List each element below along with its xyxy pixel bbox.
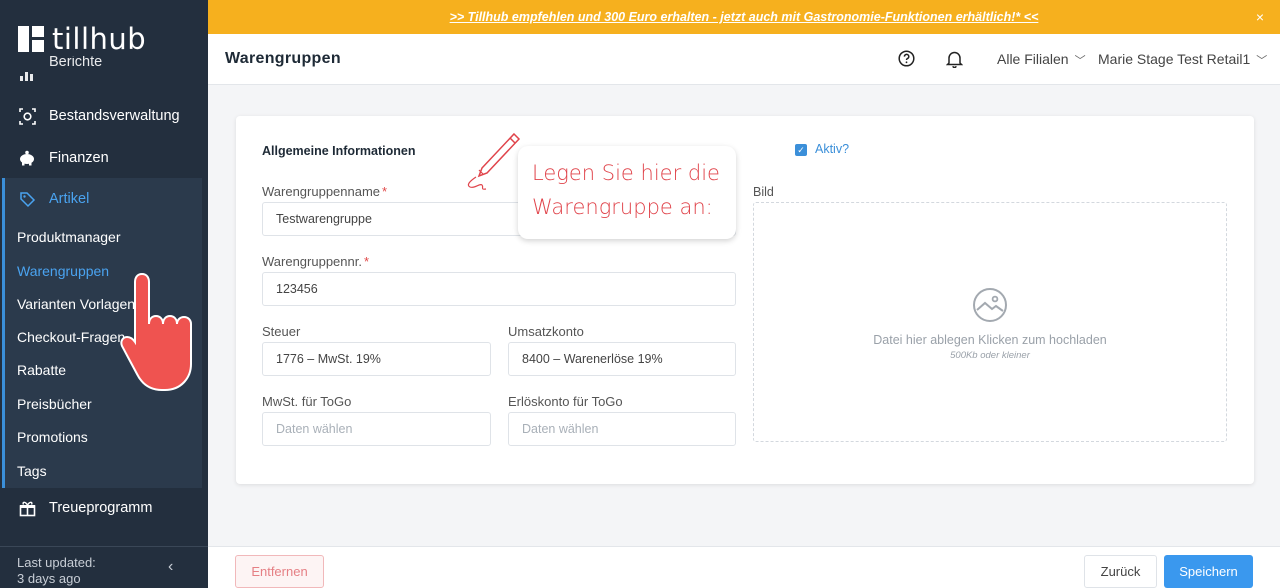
bell-icon[interactable] xyxy=(945,50,964,69)
last-updated-text: Last updated: 3 days ago xyxy=(17,555,96,586)
sidebar-item-label: Treueprogramm xyxy=(49,500,153,516)
active-label[interactable]: Aktiv? xyxy=(815,142,849,156)
togo-revenue-label: Erlöskonto für ToGo xyxy=(508,394,623,409)
image-placeholder-icon xyxy=(972,287,1008,323)
collapse-sidebar-icon[interactable]: ‹ xyxy=(168,558,173,576)
sidebar-item-label: Berichte xyxy=(49,56,103,70)
branch-select[interactable]: Alle Filialen ﹀ xyxy=(997,51,1086,68)
close-icon[interactable]: × xyxy=(1256,9,1264,25)
promo-link[interactable]: >> Tillhub empfehlen und 300 Euro erhalt… xyxy=(450,10,1039,24)
user-select[interactable]: Marie Stage Test Retail1 ﹀ xyxy=(1098,51,1267,68)
active-checkbox[interactable]: ✓ xyxy=(795,144,807,156)
piggy-bank-icon xyxy=(18,149,36,167)
togo-tax-select[interactable]: Daten wählen xyxy=(262,412,491,446)
promo-banner: >> Tillhub empfehlen und 300 Euro erhalt… xyxy=(208,0,1280,34)
sidebar-item-label: Bestandsverwaltung xyxy=(49,108,180,124)
sidebar-subitem-preisbuecher[interactable]: Preisbücher xyxy=(17,396,92,412)
sidebar-subitem-warengruppen[interactable]: Warengruppen xyxy=(17,263,109,279)
sidebar-item-treueprogramm[interactable]: Treueprogramm xyxy=(0,488,208,528)
revenue-account-select[interactable]: 8400 – Warenerlöse 19% xyxy=(508,342,736,376)
inventory-icon xyxy=(18,107,36,125)
sidebar-item-finanzen[interactable]: Finanzen xyxy=(0,138,208,178)
revenue-account-label: Umsatzkonto xyxy=(508,324,584,339)
chevron-down-icon: ﹀ xyxy=(1256,55,1268,67)
logo-text: tillhub xyxy=(52,22,147,56)
tax-label: Steuer xyxy=(262,324,301,339)
chevron-down-icon: ﹀ xyxy=(1074,55,1086,67)
sidebar-item-artikel[interactable]: Artikel xyxy=(0,179,208,219)
callout-text: Legen Sie hier die Warengruppe an: xyxy=(532,161,720,219)
sidebar-subitem-checkout-fragen[interactable]: Checkout-Fragen xyxy=(17,329,125,345)
action-bar: Entfernen Zurück Speichern xyxy=(208,546,1280,588)
tillhub-logo-icon xyxy=(18,26,44,52)
save-button[interactable]: Speichern xyxy=(1164,555,1253,588)
remove-button[interactable]: Entfernen xyxy=(235,555,324,588)
sidebar-subitem-produktmanager[interactable]: Produktmanager xyxy=(17,229,121,245)
logo[interactable]: tillhub xyxy=(18,22,146,56)
sidebar-item-label: Finanzen xyxy=(49,150,109,166)
sidebar-footer: Last updated: 3 days ago ‹ xyxy=(0,546,208,588)
image-label: Bild xyxy=(753,185,774,199)
help-icon[interactable] xyxy=(898,50,916,68)
tag-icon xyxy=(18,190,36,208)
page-title: Warengruppen xyxy=(225,50,341,67)
togo-tax-label: MwSt. für ToGo xyxy=(262,394,352,409)
back-button[interactable]: Zurück xyxy=(1084,555,1157,588)
pointing-hand-icon xyxy=(120,272,192,391)
name-label: Warengruppenname * xyxy=(262,184,388,199)
page-header: Warengruppen Alle Filialen ﹀ Marie Stage … xyxy=(208,34,1280,85)
sidebar-subitem-rabatte[interactable]: Rabatte xyxy=(17,362,66,378)
sidebar-item-label: Artikel xyxy=(49,191,90,207)
form-card: Allgemeine Informationen ✓ Aktiv? Wareng… xyxy=(236,116,1254,484)
sidebar-subitem-varianten-vorlagen[interactable]: Varianten Vorlagen xyxy=(17,296,135,312)
sidebar-item-bestandsverwaltung[interactable]: Bestandsverwaltung xyxy=(0,96,208,136)
togo-revenue-select[interactable]: Daten wählen xyxy=(508,412,736,446)
sidebar-subitem-promotions[interactable]: Promotions xyxy=(17,429,88,445)
pen-icon xyxy=(467,132,521,190)
section-title: Allgemeine Informationen xyxy=(262,144,416,158)
tax-select[interactable]: 1776 – MwSt. 19% xyxy=(262,342,491,376)
number-label: Warengruppennr. * xyxy=(262,254,370,269)
chart-icon xyxy=(18,65,36,83)
sidebar-item-berichte[interactable]: Berichte xyxy=(0,56,208,92)
number-input[interactable]: 123456 xyxy=(262,272,736,306)
tutorial-callout: Legen Sie hier die Warengruppe an: xyxy=(518,146,736,239)
dropzone-subtext: 500Kb oder kleiner xyxy=(950,350,1030,361)
sidebar-subitem-tags[interactable]: Tags xyxy=(17,463,47,479)
gift-icon xyxy=(18,499,36,517)
dropzone-text: Datei hier ablegen Klicken zum hochladen xyxy=(873,333,1107,347)
image-dropzone[interactable]: Datei hier ablegen Klicken zum hochladen… xyxy=(753,202,1227,442)
